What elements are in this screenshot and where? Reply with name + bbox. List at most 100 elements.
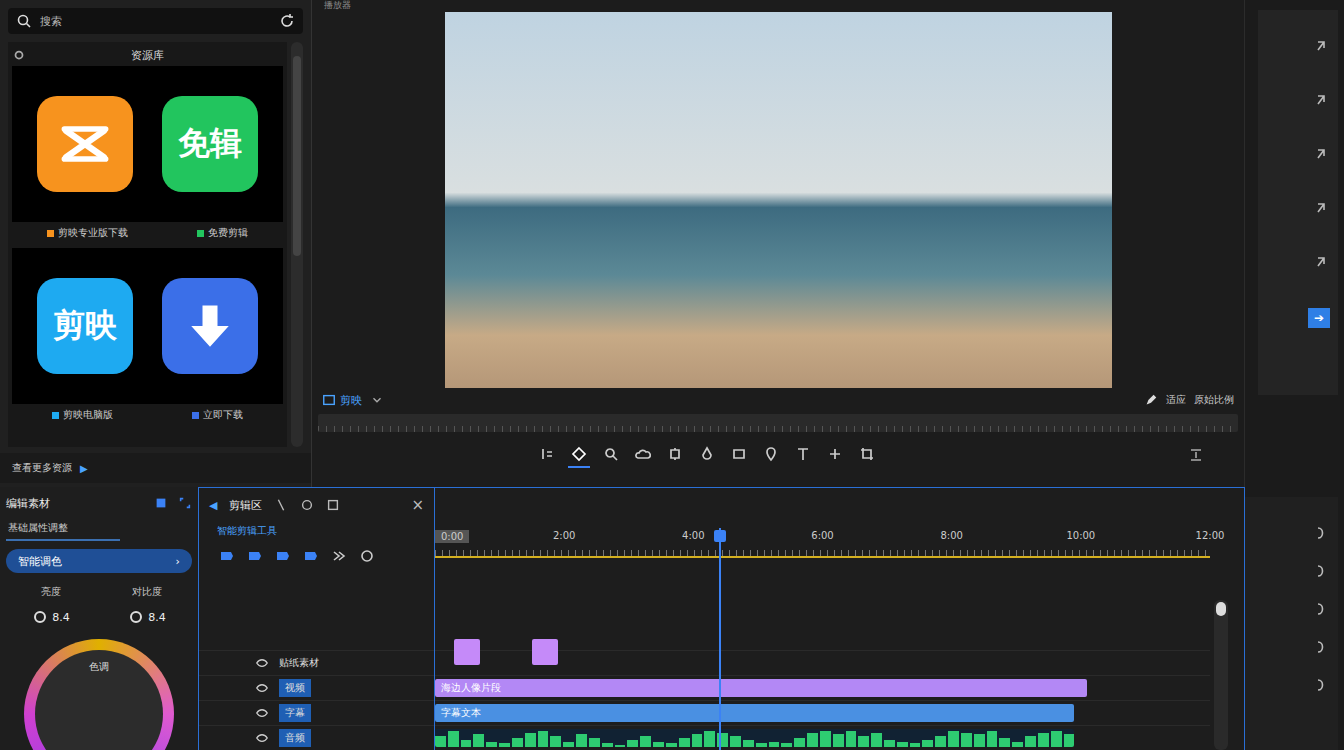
record-icon[interactable]: [359, 548, 375, 564]
track-lane: 字幕文本: [435, 700, 1210, 725]
video-frame: [445, 12, 1112, 388]
brand-label: 剪映: [322, 393, 362, 408]
split-icon[interactable]: [274, 498, 288, 512]
playhead[interactable]: [719, 528, 721, 750]
curve-tool-icon[interactable]: [1314, 525, 1330, 541]
curve-tool-icon[interactable]: [1314, 563, 1330, 579]
ruler-tick: 0:00: [435, 530, 469, 543]
rail-tool-icon[interactable]: [1314, 200, 1330, 216]
tool-button[interactable]: [632, 442, 654, 468]
ruler-tick: 4:00: [682, 530, 704, 541]
track-header[interactable]: 贴纸素材: [199, 650, 434, 675]
timeline-subtitle: 智能剪辑工具: [199, 522, 434, 540]
track-eye-icon[interactable]: [255, 731, 269, 745]
forward-icon[interactable]: [331, 548, 347, 564]
app-card[interactable]: 剪映: [37, 278, 133, 374]
clip[interactable]: [532, 639, 558, 665]
rail-tool-icon[interactable]: [1314, 92, 1330, 108]
curve-tool-icon[interactable]: [1314, 639, 1330, 655]
library-scrollbar[interactable]: [291, 42, 303, 447]
pen-icon[interactable]: [1144, 393, 1158, 407]
rail-tool-icon[interactable]: [1314, 146, 1330, 162]
preview-title: 播放器: [312, 0, 1244, 12]
rail-action-button[interactable]: ➔: [1308, 308, 1330, 328]
media-panel: 资源库免辑剪映专业版下载免费剪辑剪映剪映电脑版立即下载查看更多资源▶: [0, 0, 312, 487]
ratio-button[interactable]: 原始比例: [1194, 393, 1234, 407]
color-grade-button[interactable]: 智能调色›: [6, 549, 192, 573]
right-rail: ➔: [1258, 10, 1338, 395]
tool-icon: [603, 446, 619, 462]
track-lane: [435, 725, 1210, 750]
track-header[interactable]: 视频: [199, 675, 434, 700]
track-lane: [435, 650, 1210, 675]
inspector-subtitle: 基础属性调整: [6, 513, 120, 541]
edit-tool-icon[interactable]: [275, 548, 291, 564]
timeline-title: 剪辑区: [229, 498, 262, 513]
timeline-scrollbar[interactable]: [1214, 600, 1228, 750]
search-input[interactable]: [38, 14, 273, 29]
fullscreen-icon[interactable]: [1188, 447, 1204, 463]
refresh-icon[interactable]: [279, 13, 295, 29]
rail-tool-icon[interactable]: [1314, 38, 1330, 54]
track-eye-icon[interactable]: [255, 681, 269, 695]
property-field[interactable]: 亮度 8.4: [6, 585, 96, 625]
close-button[interactable]: ×: [411, 496, 424, 514]
tool-button[interactable]: [536, 442, 558, 468]
waveform: [435, 729, 1074, 747]
clip[interactable]: [454, 639, 480, 665]
tool-button[interactable]: [696, 442, 718, 468]
fit-button[interactable]: 适应: [1166, 393, 1186, 407]
grid-icon[interactable]: [154, 496, 168, 510]
edit-tool-icon[interactable]: [219, 548, 235, 564]
tool-button[interactable]: [664, 442, 686, 468]
clip[interactable]: 海边人像片段: [435, 679, 1087, 697]
clip[interactable]: 字幕文本: [435, 704, 1074, 722]
app-card[interactable]: [37, 96, 133, 192]
capcut-logo-icon: [55, 114, 115, 174]
tool-button[interactable]: [728, 442, 750, 468]
video-editor: 资源库免辑剪映专业版下载免费剪辑剪映剪映电脑版立即下载查看更多资源▶播放器 剪映…: [0, 0, 1344, 750]
timer-icon[interactable]: [300, 498, 314, 512]
tool-button[interactable]: [856, 442, 878, 468]
curve-tool-icon[interactable]: [1314, 677, 1330, 693]
tool-button[interactable]: [600, 442, 622, 468]
search-icon: [16, 13, 32, 29]
expand-icon[interactable]: [178, 496, 192, 510]
settings-icon[interactable]: [12, 48, 26, 62]
timeline: ◀ 剪辑区 × 智能剪辑工具贴纸素材视频字幕音频 0:002:004:006:008:0…: [198, 487, 1245, 750]
app-card[interactable]: 免辑: [162, 96, 258, 192]
edit-tool-icon[interactable]: [303, 548, 319, 564]
search-bar: [8, 8, 303, 34]
tool-button[interactable]: [760, 442, 782, 468]
track-eye-icon[interactable]: [255, 656, 269, 670]
chevron-down-icon[interactable]: [370, 393, 384, 407]
ruler-tick: 12:00: [1196, 530, 1225, 541]
tool-button[interactable]: [568, 442, 590, 468]
curve-tool-icon[interactable]: [1314, 601, 1330, 617]
edit-tool-icon[interactable]: [247, 548, 263, 564]
inspector-title: 编辑素材: [6, 496, 144, 511]
app-row: 免辑剪映专业版下载免费剪辑: [12, 66, 283, 244]
scrub-bar[interactable]: [318, 414, 1238, 432]
app-label: 剪映电脑版: [52, 408, 113, 422]
property-field[interactable]: 对比度 8.4: [102, 585, 192, 625]
download-arrow-icon: [180, 296, 240, 356]
track-header[interactable]: 字幕: [199, 700, 434, 725]
library-title: 资源库: [34, 48, 283, 63]
track-header[interactable]: 音频: [199, 725, 434, 750]
tool-button[interactable]: [824, 442, 846, 468]
back-button[interactable]: ◀: [209, 499, 217, 512]
inspector-panel: 编辑素材基础属性调整智能调色› 亮度 8.4对比度 8.4 色调: [0, 487, 198, 750]
tool-button[interactable]: [792, 442, 814, 468]
tool-icon: [667, 446, 683, 462]
app-label: 免费剪辑: [197, 226, 248, 240]
more-link[interactable]: 查看更多资源▶: [0, 453, 311, 483]
export-icon[interactable]: [326, 498, 340, 512]
time-ruler[interactable]: 0:002:004:006:008:0010:0012:00: [435, 528, 1210, 558]
tool-icon: [571, 446, 587, 462]
app-card[interactable]: [162, 278, 258, 374]
clip[interactable]: [435, 729, 1074, 747]
color-wheel[interactable]: 色调: [24, 639, 174, 750]
rail-tool-icon[interactable]: [1314, 254, 1330, 270]
track-eye-icon[interactable]: [255, 706, 269, 720]
